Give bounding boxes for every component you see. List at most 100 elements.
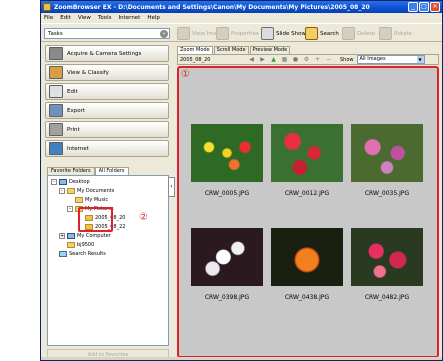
up-folder-icon[interactable]: ▲ <box>270 56 277 63</box>
show-filter-value: All Images <box>359 56 386 62</box>
menu-help[interactable]: Help <box>147 15 160 21</box>
delete-label: Delete <box>357 30 376 37</box>
menu-edit[interactable]: Edit <box>60 15 71 21</box>
tree-expander[interactable]: - <box>59 188 65 194</box>
camera-icon <box>49 47 63 60</box>
tree-label: My Documents <box>77 188 115 194</box>
maximize-button[interactable]: □ <box>419 2 429 12</box>
rotate-label: Rotate <box>394 30 413 37</box>
task-panel: Acquire & Camera Settings View & Classif… <box>43 43 171 360</box>
tree-label: bj9500 <box>77 242 95 248</box>
tree-item-desktop[interactable]: - Desktop <box>51 179 90 185</box>
task-internet[interactable]: Internet <box>45 140 169 157</box>
task-label: View & Classify <box>67 69 109 76</box>
thumbnail[interactable]: CRW_0398.JPG <box>191 228 263 301</box>
title-bar[interactable]: ZoomBrowser EX - D:\Documents and Settin… <box>41 1 442 13</box>
task-print[interactable]: Print <box>45 121 169 138</box>
tab-scroll-mode[interactable]: Scroll Mode <box>213 46 249 54</box>
slide-show-icon <box>261 27 274 40</box>
tab-favorite-folders[interactable]: Favorite Folders <box>47 167 95 175</box>
view-image-icon <box>177 27 190 40</box>
app-window: ZoomBrowser EX - D:\Documents and Settin… <box>40 0 443 361</box>
thumbnail[interactable]: CRW_0438.JPG <box>271 228 343 301</box>
zoom-in-icon[interactable]: + <box>314 56 321 63</box>
forward-arrow-icon[interactable]: ▶ <box>259 56 266 63</box>
collapse-panel-handle[interactable]: ‹ <box>168 177 175 197</box>
zoom-out-icon[interactable]: − <box>325 56 332 63</box>
menu-internet[interactable]: Internet <box>119 15 141 21</box>
tree-item-my-music[interactable]: My Music <box>75 197 108 203</box>
trash-icon <box>342 27 355 40</box>
folder-icon <box>67 188 75 194</box>
current-folder-path: 2005_08_20 <box>180 56 211 63</box>
tree-item-my-computer[interactable]: + My Computer <box>59 233 111 239</box>
task-export[interactable]: Export <box>45 102 169 119</box>
rotate-icon <box>379 27 392 40</box>
task-label: Export <box>67 107 86 114</box>
app-icon <box>43 3 51 11</box>
show-filter-select[interactable]: All Images ▼ <box>356 55 425 64</box>
tab-preview-mode[interactable]: Preview Mode <box>249 46 291 54</box>
tree-item-search-results[interactable]: Search Results <box>59 251 106 257</box>
thumbnail-filename: CRW_0398.JPG <box>204 294 250 301</box>
thumbnail-filename: CRW_0035.JPG <box>364 190 410 197</box>
search-button[interactable]: Search <box>305 26 339 41</box>
view-classify-icon <box>49 66 63 79</box>
tree-item-bj9500[interactable]: bj9500 <box>67 242 94 248</box>
close-button[interactable]: ✕ <box>430 2 440 12</box>
task-view-classify[interactable]: View & Classify <box>45 64 169 81</box>
thumbnail[interactable]: CRW_0482.JPG <box>351 228 423 301</box>
tree-item-my-documents[interactable]: - My Documents <box>59 188 114 194</box>
callout-2: ② <box>139 212 148 223</box>
thumbnail-filename: CRW_0005.JPG <box>204 190 250 197</box>
thumbnail[interactable]: CRW_0035.JPG <box>351 124 423 197</box>
thumbnail[interactable]: CRW_0012.JPG <box>271 124 343 197</box>
display-mode-icon[interactable]: ▦ <box>281 56 288 63</box>
tree-expander[interactable]: + <box>59 233 65 239</box>
menu-tools[interactable]: Tools <box>98 15 112 21</box>
browser-area: Zoom Mode Scroll Mode Preview Mode 2005_… <box>175 43 441 359</box>
tasks-label: Tasks <box>48 30 63 37</box>
status-bar <box>41 357 442 360</box>
collapse-tasks-icon[interactable]: « <box>160 30 168 38</box>
properties-button[interactable]: Properties <box>216 26 259 41</box>
desktop-icon <box>59 179 67 185</box>
delete-button[interactable]: Delete <box>342 26 375 41</box>
tab-zoom-mode[interactable]: Zoom Mode <box>177 46 213 54</box>
menu-file[interactable]: File <box>44 15 53 21</box>
tree-expander[interactable]: - <box>51 179 57 185</box>
callout-1: ① <box>181 69 190 80</box>
thumbnail-filename: CRW_0438.JPG <box>284 294 330 301</box>
export-icon <box>49 104 63 117</box>
folder-icon <box>75 197 83 203</box>
printer-icon <box>49 123 63 136</box>
minimize-button[interactable]: _ <box>408 2 418 12</box>
thumbnail-grid: ① CRW_0005.JPG CRW_0012.JPG CRW_0035.JPG… <box>177 66 439 358</box>
tab-all-folders[interactable]: All Folders <box>94 167 129 175</box>
tasks-header[interactable]: Tasks « <box>44 28 170 39</box>
thumbnail[interactable]: CRW_0005.JPG <box>191 124 263 197</box>
task-acquire-camera-settings[interactable]: Acquire & Camera Settings <box>45 45 169 62</box>
thumbnail-filename: CRW_0012.JPG <box>284 190 330 197</box>
settings-icon[interactable]: ⚙ <box>303 56 310 63</box>
slide-show-button[interactable]: Slide Show <box>261 26 306 41</box>
thumbnail-filename: CRW_0482.JPG <box>364 294 410 301</box>
show-label: Show <box>340 56 354 63</box>
chevron-down-icon: ▼ <box>416 56 424 63</box>
rotate-button[interactable]: Rotate <box>379 26 412 41</box>
back-arrow-icon[interactable]: ◀ <box>248 56 255 63</box>
thumbnail-image <box>191 228 263 286</box>
globe-icon <box>49 142 63 155</box>
view-toolbar: 2005_08_20 ◀ ▶ ▲ ▦ ● ⚙ + − Show All Imag… <box>177 54 439 65</box>
task-edit[interactable]: Edit <box>45 83 169 100</box>
task-label: Acquire & Camera Settings <box>67 50 142 57</box>
search-icon <box>305 27 318 40</box>
task-label: Edit <box>67 88 78 95</box>
task-label: Print <box>67 126 80 133</box>
task-label: Internet <box>67 145 89 152</box>
menu-view[interactable]: View <box>78 15 91 21</box>
tree-label: My Computer <box>77 233 111 239</box>
info-icon[interactable]: ● <box>292 56 299 63</box>
toolbar: Tasks « View Image Properties Slide Show… <box>41 23 442 42</box>
tree-expander[interactable]: - <box>67 206 73 212</box>
